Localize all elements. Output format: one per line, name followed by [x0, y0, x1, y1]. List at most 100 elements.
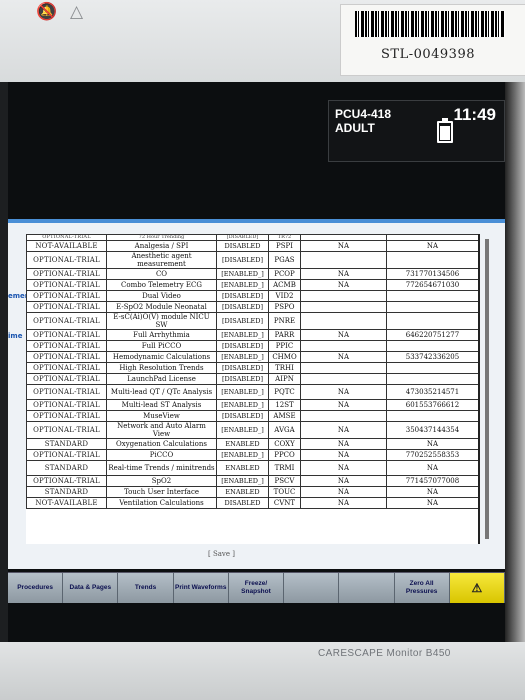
- table-row[interactable]: OPTIONAL-TRIAL CO [ENABLED_] PCOP NA 73177013…: [26, 268, 478, 280]
- table-row[interactable]: OPTIONAL-TRIAL Dual Video [DISABLED] VID2: [26, 290, 478, 302]
- table-row[interactable]: OPTIONAL-TRIAL Multi-lead QT / QTc Analys…: [26, 384, 478, 400]
- column5-cell: [300, 251, 387, 269]
- feature-cell: Network and Auto Alarm View: [106, 421, 217, 439]
- table-row[interactable]: OPTIONAL-TRIAL Anesthetic agent measureme…: [26, 251, 478, 269]
- license-key-cell: 771457077008: [386, 475, 478, 487]
- feature-cell: Ventilation Calculations: [106, 497, 217, 509]
- state-cell: [ENABLED_]: [216, 449, 269, 461]
- status-cell: STANDARD: [26, 460, 107, 476]
- code-cell: VID2: [268, 290, 301, 302]
- state-cell: DISABLED: [216, 240, 269, 252]
- table-row[interactable]: OPTIONAL-TRIAL Combo Telemetry ECG [ENABLE…: [26, 279, 478, 291]
- column5-cell: NA: [300, 449, 387, 461]
- menu-button[interactable]: Data & Pages: [63, 573, 119, 603]
- feature-cell: Oxygenation Calculations: [106, 438, 217, 450]
- menu-button[interactable]: Procedures: [8, 573, 64, 603]
- status-cell: STANDARD: [26, 486, 107, 498]
- save-button[interactable]: [ Save ]: [208, 550, 235, 558]
- column5-cell: [300, 373, 387, 385]
- license-key-cell: NA: [386, 486, 478, 498]
- license-key-cell: [386, 340, 478, 352]
- license-key-cell: NA: [386, 240, 478, 252]
- menu-button[interactable]: Zero All Pressures: [394, 573, 450, 603]
- patient-type: ADULT: [335, 121, 375, 135]
- state-cell: [DISABLED]: [216, 373, 269, 385]
- state-cell: [ENABLED_]: [216, 475, 269, 487]
- brand-label: CARESCAPE Monitor B450: [318, 648, 451, 659]
- status-cell: OPTIONAL-TRIAL: [26, 268, 107, 280]
- table-row[interactable]: OPTIONAL-TRIAL LaunchPad License [DISABLED…: [26, 373, 478, 385]
- feature-cell: PiCCO: [106, 449, 217, 461]
- column5-cell: NA: [300, 351, 387, 363]
- monitor-screen: PCU4-418 ADULT 11:49 ement ime OPTIONAL-…: [8, 82, 505, 642]
- code-cell: TOUC: [268, 486, 301, 498]
- license-key-cell: 350437144354: [386, 421, 478, 439]
- status-cell: OPTIONAL-TRIAL: [26, 475, 107, 487]
- table-row[interactable]: STANDARD Touch User Interface ENABLED TOUC N…: [26, 486, 478, 498]
- license-key-cell: [386, 373, 478, 385]
- license-key-cell: [386, 362, 478, 374]
- feature-cell: CO: [106, 268, 217, 280]
- feature-cell: SpO2: [106, 475, 217, 487]
- menu-button[interactable]: Freeze/ Snapshot: [228, 573, 285, 603]
- table-row[interactable]: STANDARD Oxygenation Calculations ENABLED C…: [26, 438, 478, 450]
- table-row[interactable]: NOT-AVAILABLE Ventilation Calculations DIS…: [26, 497, 478, 509]
- code-cell: AVGA: [268, 421, 301, 439]
- table-row[interactable]: OPTIONAL-TRIAL High Resolution Trends [DIS…: [26, 362, 478, 374]
- state-cell: [DISABLED]: [216, 251, 269, 269]
- license-key-cell: 473035214571: [386, 384, 478, 400]
- column5-cell: [300, 301, 387, 313]
- table-row[interactable]: OPTIONAL-TRIAL SpO2 [ENABLED_] PSCV NA 771457…: [26, 475, 478, 487]
- state-cell: [ENABLED_]: [216, 268, 269, 280]
- column5-cell: NA: [300, 438, 387, 450]
- status-cell: OPTIONAL-TRIAL: [26, 290, 107, 302]
- code-cell: CVNT: [268, 497, 301, 509]
- battery-fill: [440, 126, 450, 140]
- status-cell: OPTIONAL-TRIAL: [26, 251, 107, 269]
- table-row[interactable]: NOT-AVAILABLE Analgesia / SPI DISABLED PSPI…: [26, 240, 478, 252]
- column5-cell: NA: [300, 240, 387, 252]
- menu-button[interactable]: [284, 573, 340, 603]
- side-label-2: ime: [8, 332, 23, 340]
- battery-icon: [437, 118, 453, 143]
- license-key-cell: 601553766612: [386, 399, 478, 411]
- code-cell: TRMI: [268, 460, 301, 476]
- state-cell: [DISABLED]: [216, 290, 269, 302]
- menu-button[interactable]: [339, 573, 395, 603]
- feature-cell: Multi-lead QT / QTc Analysis: [106, 384, 217, 400]
- menu-button[interactable]: Print Waveforms: [173, 573, 229, 603]
- table-row[interactable]: OPTIONAL-TRIAL MuseView [DISABLED] AMSE: [26, 410, 478, 422]
- code-cell: PSPI: [268, 240, 301, 252]
- patient-status-box[interactable]: PCU4-418 ADULT 11:49: [328, 100, 505, 162]
- asset-tag-label: STL-0049398: [340, 4, 525, 76]
- alarm-silence-button[interactable]: ⚠: [449, 573, 505, 603]
- status-cell: NOT-AVAILABLE: [26, 497, 107, 509]
- status-cell: OPTIONAL-TRIAL: [26, 373, 107, 385]
- table-row[interactable]: OPTIONAL-TRIAL Hemodynamic Calculations [E…: [26, 351, 478, 363]
- status-cell: OPTIONAL-TRIAL: [26, 399, 107, 411]
- column5-cell: NA: [300, 497, 387, 509]
- menu-button[interactable]: Trends: [118, 573, 174, 603]
- license-key-cell: 646220751277: [386, 329, 478, 341]
- code-cell: PGAS: [268, 251, 301, 269]
- code-cell: COXY: [268, 438, 301, 450]
- table-row[interactable]: OPTIONAL-TRIAL Network and Auto Alarm Vie…: [26, 421, 478, 439]
- license-key-cell: 731770134506: [386, 268, 478, 280]
- table-row[interactable]: OPTIONAL-TRIAL Multi-lead ST Analysis [ENA…: [26, 399, 478, 411]
- license-key-cell: [386, 301, 478, 313]
- table-row[interactable]: OPTIONAL-TRIAL E-sC(Ai)O(V) module NICU S…: [26, 312, 478, 330]
- feature-cell: Full PiCCO: [106, 340, 217, 352]
- state-cell: ENABLED: [216, 460, 269, 476]
- feature-cell: E-sC(Ai)O(V) module NICU SW: [106, 312, 217, 330]
- table-row[interactable]: OPTIONAL-TRIAL PiCCO [ENABLED_] PPCO NA 77025…: [26, 449, 478, 461]
- table-row[interactable]: OPTIONAL-TRIAL E-SpO2 Module Neonatal [DIS…: [26, 301, 478, 313]
- state-cell: DISABLED: [216, 497, 269, 509]
- panel-title-bar: [8, 219, 505, 223]
- feature-cell: Anesthetic agent measurement: [106, 251, 217, 269]
- table-row[interactable]: OPTIONAL-TRIAL Full Arrhythmia [ENABLED_] P…: [26, 329, 478, 341]
- table-row[interactable]: OPTIONAL-TRIAL Full PiCCO [DISABLED] PPIC: [26, 340, 478, 352]
- status-cell: OPTIONAL-TRIAL: [26, 421, 107, 439]
- column5-cell: NA: [300, 421, 387, 439]
- scrollbar[interactable]: [485, 239, 489, 539]
- table-row[interactable]: STANDARD Real-time Trends / minitrends ENA…: [26, 460, 478, 476]
